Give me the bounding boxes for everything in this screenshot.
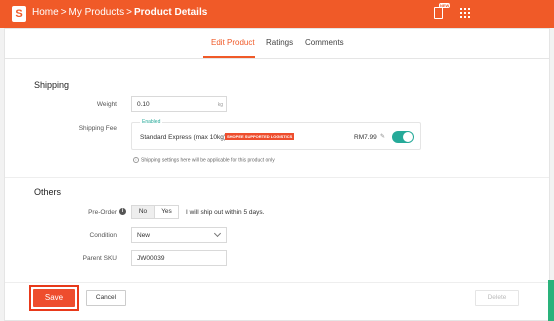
mobile-phone-icon[interactable]: NEW [434, 3, 451, 19]
breadcrumb-current: Product Details [133, 7, 208, 18]
weight-unit: kg [217, 102, 223, 108]
pre-order-info-icon[interactable]: i [119, 208, 126, 215]
pre-order-toggle-group: No Yes [131, 205, 179, 219]
parent-sku-value: JW00039 [137, 255, 165, 262]
tab-comments[interactable]: Comments [305, 38, 344, 47]
weight-label: Weight [96, 101, 117, 108]
parent-sku-label: Parent SKU [82, 255, 117, 262]
others-section-title: Others [34, 187, 62, 197]
tab-edit-product[interactable]: Edit Product [211, 38, 255, 47]
save-button[interactable]: Save [33, 289, 75, 307]
shipping-fee-label: Shipping Fee [78, 125, 117, 132]
tab-bar: Edit Product Ratings Comments [5, 29, 549, 59]
pre-order-no-option[interactable]: No [132, 206, 154, 218]
pre-order-yes-option[interactable]: Yes [154, 206, 178, 218]
tab-ratings[interactable]: Ratings [266, 38, 293, 47]
delete-button[interactable]: Delete [475, 290, 519, 306]
shopee-logo-icon[interactable]: S [12, 6, 26, 22]
condition-value: New [137, 232, 151, 239]
shipping-option-card: Enabled Standard Express (max 10kg) SHOP… [131, 119, 421, 150]
breadcrumb-separator: > [126, 7, 132, 18]
condition-select[interactable]: New [131, 227, 227, 243]
weight-input[interactable]: 0.10 kg [131, 96, 227, 112]
new-badge: NEW [439, 3, 451, 8]
pre-order-label: Pre-Order [88, 209, 117, 216]
top-navigation-bar: S Home > My Products > Product Details NEW [0, 0, 554, 28]
parent-sku-input[interactable]: JW00039 [131, 250, 227, 266]
shipping-status-tag: Enabled [140, 119, 163, 125]
active-tab-indicator [203, 56, 255, 58]
breadcrumb: Home > My Products > Product Details [32, 7, 207, 18]
breadcrumb-home-link[interactable]: Home [32, 7, 59, 18]
info-icon: i [133, 157, 139, 163]
chat-widget-edge[interactable] [548, 280, 554, 321]
shipping-enable-toggle[interactable] [392, 131, 414, 143]
logistics-badge: SHOPEE SUPPORTED LOGISTICS [225, 133, 295, 140]
shipping-section-title: Shipping [34, 80, 70, 90]
edit-pencil-icon[interactable]: ✎ [380, 133, 385, 140]
chevron-down-icon [213, 229, 222, 238]
weight-value: 0.10 [137, 101, 150, 108]
shipping-option-name: Standard Express (max 10kg) [140, 134, 226, 141]
action-bar-divider [5, 282, 549, 283]
cancel-button[interactable]: Cancel [86, 290, 126, 306]
shipping-note-text: Shipping settings here will be applicabl… [141, 157, 275, 164]
breadcrumb-my-products-link[interactable]: My Products [69, 7, 125, 18]
apps-grid-icon[interactable] [460, 8, 470, 18]
condition-label: Condition [89, 232, 117, 239]
pre-order-description: I will ship out within 5 days. [186, 209, 265, 216]
shipping-note: i Shipping settings here will be applicab… [133, 157, 275, 163]
product-details-card: Edit Product Ratings Comments Shipping W… [4, 28, 550, 321]
shipping-price: RM7.99 [354, 134, 377, 141]
section-divider [5, 177, 549, 178]
breadcrumb-separator: > [60, 7, 67, 18]
